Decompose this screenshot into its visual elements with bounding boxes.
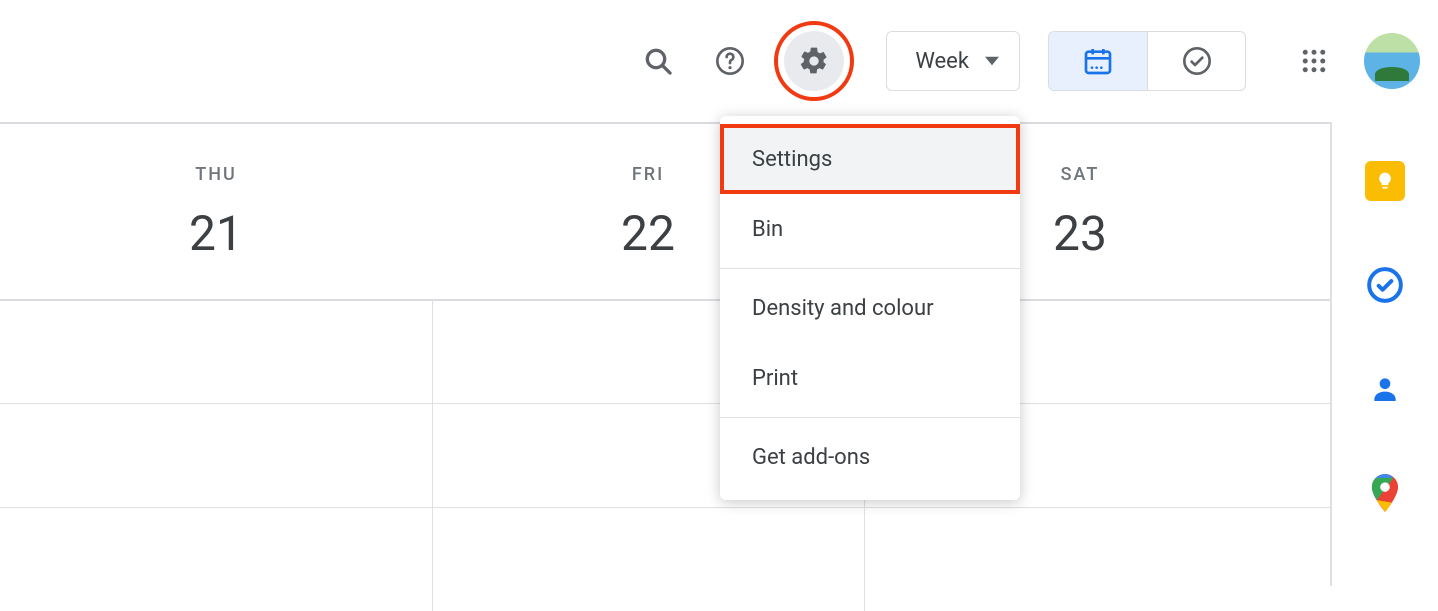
menu-item-addons[interactable]: Get add-ons xyxy=(720,422,1020,492)
menu-item-density[interactable]: Density and colour xyxy=(720,273,1020,343)
day-number: 21 xyxy=(0,205,432,262)
settings-highlight xyxy=(774,21,854,101)
maps-icon xyxy=(1370,474,1400,512)
view-selector-label: Week xyxy=(915,49,969,74)
menu-item-label: Get add-ons xyxy=(752,445,870,470)
day-name: THU xyxy=(0,164,432,185)
calendar-icon xyxy=(1082,45,1114,77)
search-icon xyxy=(642,45,674,77)
contacts-icon xyxy=(1369,373,1401,405)
hour-row[interactable] xyxy=(0,507,1438,611)
menu-separator xyxy=(720,268,1020,269)
search-button[interactable] xyxy=(630,33,686,89)
tasks-view-button[interactable] xyxy=(1147,32,1245,90)
tasks-button[interactable] xyxy=(1364,264,1406,306)
menu-item-label: Print xyxy=(752,366,798,391)
menu-item-label: Density and colour xyxy=(752,296,934,321)
settings-button[interactable] xyxy=(784,31,844,91)
contacts-button[interactable] xyxy=(1364,368,1406,410)
calendar-grid: THU 21 FRI 22 SAT 23 xyxy=(0,122,1438,611)
menu-item-label: Bin xyxy=(752,217,783,242)
menu-item-bin[interactable]: Bin xyxy=(720,194,1020,264)
maps-button[interactable] xyxy=(1364,472,1406,514)
keep-button[interactable] xyxy=(1364,160,1406,202)
google-apps-button[interactable] xyxy=(1286,33,1342,89)
tasks-icon xyxy=(1181,45,1213,77)
keep-icon xyxy=(1365,161,1405,201)
chevron-down-icon xyxy=(985,56,999,66)
view-selector[interactable]: Week xyxy=(886,31,1020,91)
settings-dropdown: Settings Bin Density and colour Print Ge… xyxy=(720,116,1020,500)
calendar-view-button[interactable] xyxy=(1049,32,1147,90)
menu-item-label: Settings xyxy=(752,147,832,172)
menu-item-settings[interactable]: Settings xyxy=(720,124,1020,194)
view-mode-group xyxy=(1048,31,1246,91)
help-button[interactable] xyxy=(702,33,758,89)
account-avatar[interactable] xyxy=(1364,33,1420,89)
apps-grid-icon xyxy=(1299,46,1329,76)
help-icon xyxy=(714,45,746,77)
menu-item-print[interactable]: Print xyxy=(720,343,1020,413)
gear-icon xyxy=(798,45,830,77)
hour-row[interactable] xyxy=(0,403,1438,507)
day-header[interactable]: THU 21 xyxy=(0,124,432,299)
tasks-side-icon xyxy=(1366,266,1404,304)
menu-separator xyxy=(720,417,1020,418)
hour-row[interactable] xyxy=(0,299,1438,403)
side-panel xyxy=(1330,122,1438,586)
